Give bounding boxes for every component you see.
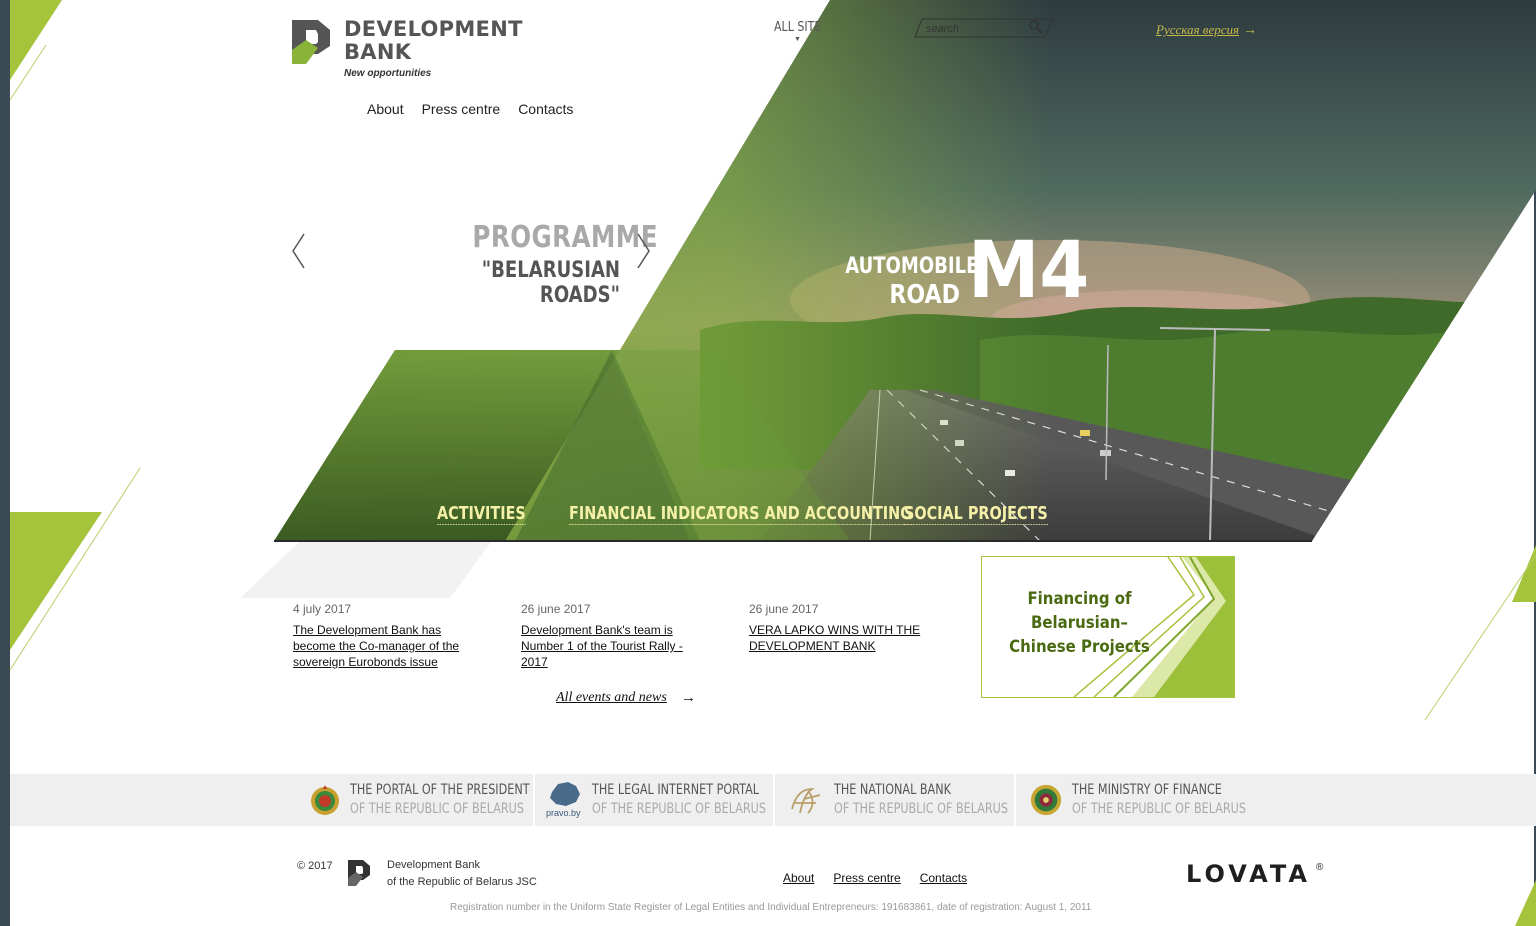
logo-tagline: New opportunities	[344, 68, 432, 79]
news-title-link[interactable]: VERA LAPKO WINS WITH THE DEVELOPMENT BAN…	[749, 622, 929, 654]
programme-title: PROGRAMME	[472, 220, 658, 255]
ministry-emblem-icon	[1030, 784, 1062, 816]
belarus-map-icon	[550, 782, 580, 806]
search-input[interactable]	[924, 20, 1033, 38]
pravo-by-label: pravo.by	[546, 808, 581, 818]
news-date: 26 june 2017	[749, 602, 819, 616]
partner-title: THE NATIONAL BANK	[834, 782, 951, 798]
programme-subtitle: "BELARUSIAN ROADS"	[481, 258, 620, 308]
russian-version-link[interactable]: Русская версия	[1156, 22, 1239, 38]
bank-logo[interactable]: DEVELOPMENT BANK New opportunities	[292, 18, 523, 79]
arrow-right-icon: →	[681, 689, 696, 706]
footer-nav-contacts[interactable]: Contacts	[920, 871, 967, 885]
partner-national-bank[interactable]: THE NATIONAL BANK OF THE REPUBLIC OF BEL…	[786, 774, 1051, 826]
partner-subtitle: OF THE REPUBLIC OF BELARUS	[350, 801, 524, 817]
partner-text: THE NATIONAL BANK OF THE REPUBLIC OF BEL…	[834, 781, 1051, 819]
search-icon[interactable]	[1028, 19, 1044, 35]
banner-road-number: M4	[968, 226, 1090, 316]
arrow-right-icon: →	[1243, 21, 1257, 37]
banner-line2: ROAD	[889, 280, 960, 310]
news-date: 26 june 2017	[521, 602, 591, 616]
search-box	[914, 18, 1054, 38]
footer-nav-press-centre[interactable]: Press centre	[833, 871, 900, 885]
nav-about[interactable]: About	[367, 101, 404, 117]
slider-next-icon[interactable]	[634, 232, 654, 270]
developer-logo[interactable]: LOVATA	[1186, 860, 1311, 888]
all-site-menu[interactable]: ALL SITE	[774, 20, 821, 35]
partner-president-portal[interactable]: THE PORTAL OF THE PRESIDENT OF THE REPUB…	[308, 774, 574, 826]
partner-text: THE PORTAL OF THE PRESIDENT OF THE REPUB…	[350, 781, 574, 819]
nav-press-centre[interactable]: Press centre	[422, 101, 501, 117]
bank-logo-icon	[292, 20, 330, 64]
national-bank-monogram-icon	[791, 788, 821, 814]
logo-line2: BANK	[344, 40, 412, 64]
partner-subtitle: OF THE REPUBLIC OF BELARUS	[834, 801, 1008, 817]
partner-ministry-finance[interactable]: THE MINISTRY OF FINANCE OF THE REPUBLIC …	[1028, 774, 1289, 826]
news-date: 4 july 2017	[293, 602, 352, 616]
news-item: 4 july 2017 The Development Bank has bec…	[293, 602, 473, 670]
news-item: 26 june 2017 Development Bank's team is …	[521, 602, 701, 670]
all-events-news-link[interactable]: All events and news	[556, 690, 667, 706]
news-title-link[interactable]: The Development Bank has become the Co-m…	[293, 622, 473, 670]
social-projects-link[interactable]: SOCIAL PROJECTS	[904, 503, 1048, 525]
partner-title: THE MINISTRY OF FINANCE	[1072, 782, 1222, 798]
footer-nav: About Press centre Contacts	[783, 871, 967, 885]
footer-org-name: Development Bank	[387, 859, 480, 871]
state-emblem-icon	[311, 785, 339, 815]
partner-title: THE PORTAL OF THE PRESIDENT	[350, 782, 530, 798]
slider-prev-icon[interactable]	[288, 232, 308, 270]
registered-mark: ®	[1316, 862, 1324, 873]
partner-title: THE LEGAL INTERNET PORTAL	[592, 782, 760, 798]
registration-info: Registration number in the Uniform State…	[450, 902, 1092, 913]
partner-legal-portal[interactable]: pravo.by THE LEGAL INTERNET PORTAL OF TH…	[546, 774, 809, 826]
partner-text: THE LEGAL INTERNET PORTAL OF THE REPUBLI…	[592, 781, 809, 819]
partner-subtitle: OF THE REPUBLIC OF BELARUS	[592, 801, 766, 817]
promo-banner-china-projects[interactable]: Financing of Belarusian–Chinese Projects	[981, 556, 1235, 698]
bank-logo-text: DEVELOPMENT BANK New opportunities	[344, 17, 523, 80]
partner-text: THE MINISTRY OF FINANCE OF THE REPUBLIC …	[1072, 781, 1289, 819]
partner-subtitle: OF THE REPUBLIC OF BELARUS	[1072, 801, 1246, 817]
footer-nav-about[interactable]: About	[783, 871, 814, 885]
logo-line1: DEVELOPMENT	[344, 17, 523, 41]
nav-contacts[interactable]: Contacts	[518, 101, 573, 117]
pravo-by-icon: pravo.by	[546, 780, 584, 820]
copyright: © 2017	[297, 860, 333, 872]
news-title-link[interactable]: Development Bank's team is Number 1 of t…	[521, 622, 701, 670]
promo-text: Financing of Belarusian–Chinese Projects	[1009, 589, 1150, 657]
footer-org-name-line2: of the Republic of Belarus JSC	[387, 876, 537, 888]
financial-indicators-link[interactable]: FINANCIAL INDICATORS AND ACCOUNTING	[569, 503, 913, 525]
footer-bank-logo-icon	[348, 860, 370, 886]
news-item: 26 june 2017 VERA LAPKO WINS WITH THE DE…	[749, 602, 929, 654]
top-nav: About Press centre Contacts	[367, 101, 573, 117]
chevron-down-icon[interactable]: ▼	[794, 36, 801, 43]
activities-link[interactable]: ACTIVITIES	[437, 503, 526, 525]
banner-line1: AUTOMOBILE	[845, 254, 979, 279]
